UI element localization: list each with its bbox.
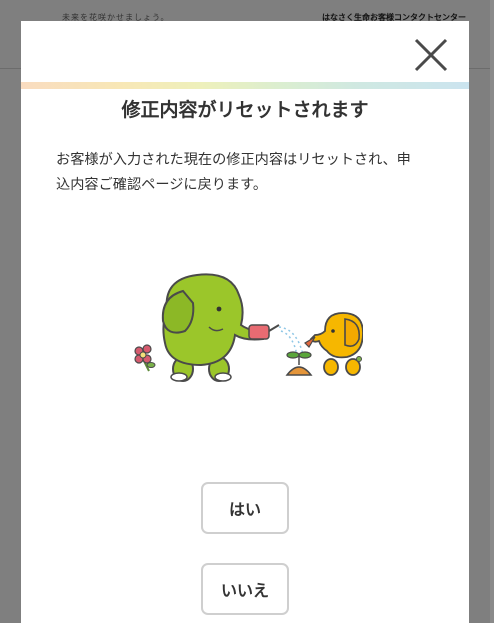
yes-button[interactable]: はい	[201, 482, 289, 534]
close-icon	[414, 38, 448, 72]
elephants-watering-sprout-image	[134, 273, 364, 382]
no-button[interactable]: いいえ	[201, 563, 289, 615]
reset-confirm-dialog: 修正内容がリセットされます お客様が入力された現在の修正内容はリセットされ、申 …	[21, 21, 469, 623]
close-button[interactable]	[413, 37, 449, 73]
dialog-message-line-1: お客様が入力された現在の修正内容はリセットされ、申	[56, 152, 411, 168]
dialog-message-line-2: 込内容ご確認ページに戻ります。	[56, 177, 268, 193]
rainbow-divider	[21, 82, 469, 89]
dialog-title: 修正内容がリセットされます	[121, 99, 369, 121]
elephant-illustration	[127, 251, 364, 391]
page-scrollbar[interactable]	[490, 0, 494, 623]
dialog-message: お客様が入力された現在の修正内容はリセットされ、申 込内容ご確認ページに戻ります…	[56, 148, 441, 198]
